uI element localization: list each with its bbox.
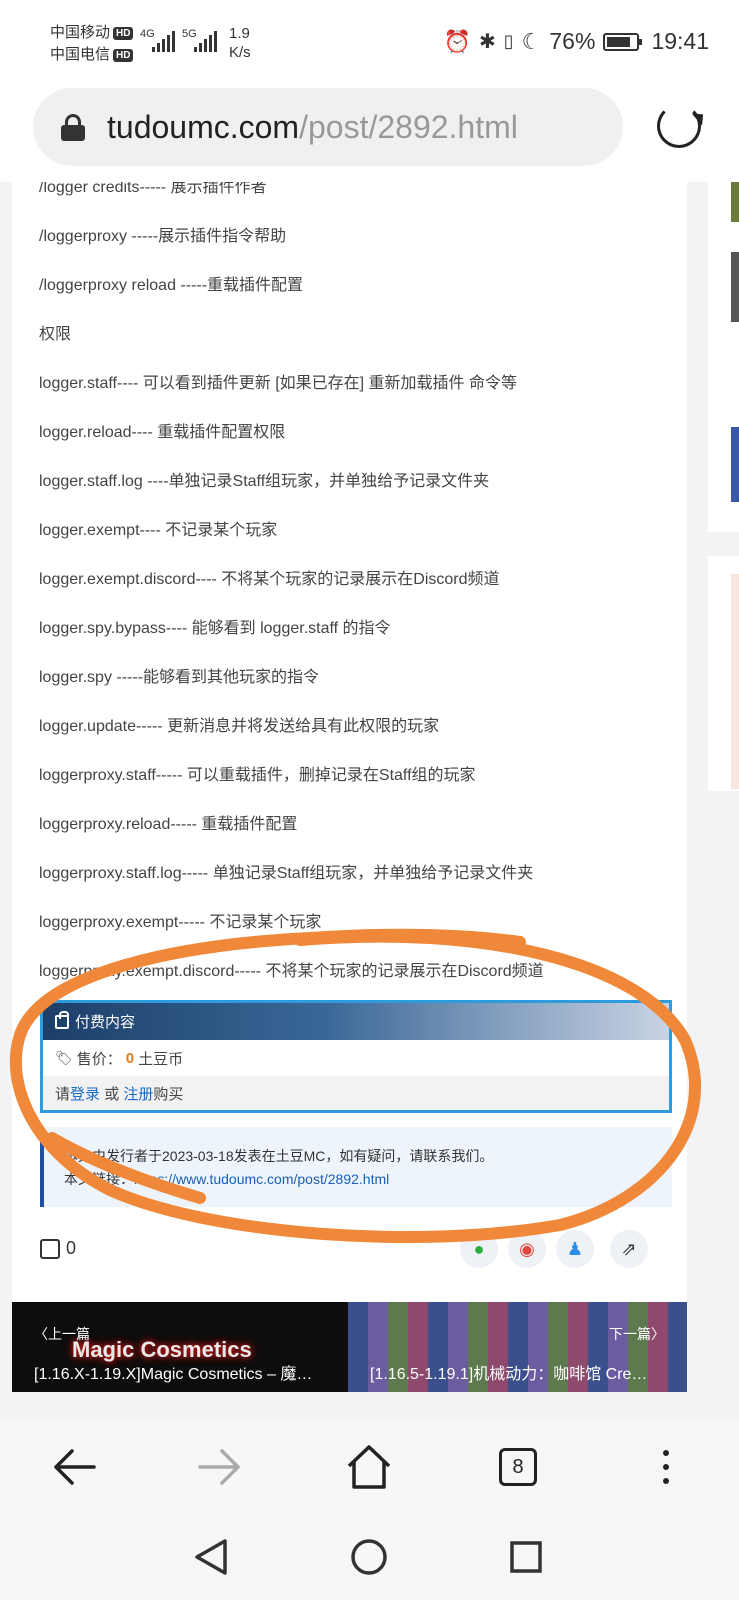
web-content: /logger credits----- 展示插件作者 /loggerproxy… — [0, 182, 739, 1422]
permission-line: logger.staff---- 可以看到插件更新 [如果已存在] 重新加载插件… — [39, 375, 517, 392]
tab-count: 8 — [499, 1448, 537, 1486]
battery-icon — [603, 32, 643, 51]
paid-content-box: 付费内容 🏷 售价： 0 土豆币 请 登录 或 注册 购买 — [40, 1000, 672, 1113]
notice-line: 本文由发行者于2023-03-18发表在土豆MC，如有疑问，请联系我们。 — [64, 1148, 494, 1164]
permission-line: loggerproxy.exempt.discord----- 不将某个玩家的记… — [39, 963, 544, 980]
article-actions: 0 ● ◉ ♟ ⇗ — [40, 1230, 672, 1270]
like-button[interactable]: 0 — [40, 1238, 76, 1259]
price-unit: 土豆币 — [138, 1050, 184, 1068]
copyright-notice: 本文由发行者于2023-03-18发表在土豆MC，如有疑问，请联系我们。 本文链… — [40, 1127, 672, 1207]
forward-button[interactable] — [190, 1442, 250, 1492]
url-path: /post/2892.html — [299, 108, 518, 145]
triangle-back-icon — [195, 1539, 227, 1575]
prev-label: 〈上一篇 — [34, 1326, 90, 1342]
permission-line: loggerproxy.staff----- 可以重载插件，删掉记录在Staff… — [39, 767, 476, 784]
command-line: /loggerproxy -----展示插件指令帮助 — [39, 228, 287, 245]
carrier-2: 中国电信 — [50, 46, 111, 63]
url-text[interactable]: tudoumc.com/post/2892.html — [107, 109, 518, 146]
home-icon — [347, 1445, 391, 1489]
post-navigation: Magic Cosmetics 〈上一篇 [1.16.X-1.19.X]Magi… — [12, 1302, 687, 1392]
sidebar-image — [731, 427, 739, 502]
carrier-1: 中国移动 — [50, 24, 111, 41]
article-card: /logger credits----- 展示插件作者 /loggerproxy… — [12, 182, 687, 1302]
external-share-icon[interactable]: ⇗ — [610, 1230, 648, 1268]
browser-toolbar: 8 — [0, 1422, 739, 1512]
home-button[interactable] — [339, 1442, 399, 1492]
wechat-share-icon[interactable]: ● — [460, 1230, 498, 1268]
permission-line: logger.update----- 更新消息并将发送给具有此权限的玩家 — [39, 718, 440, 735]
next-label: 下一篇〉 — [609, 1326, 665, 1342]
permission-line: logger.spy.bypass---- 能够看到 logger.staff … — [39, 620, 391, 637]
hd-badge: HD — [113, 26, 134, 40]
system-recents-button[interactable] — [501, 1532, 551, 1582]
bluetooth-icon: ✱ — [478, 31, 496, 53]
shopping-bag-icon — [55, 1010, 69, 1029]
status-bar: 中国移动 HD 中国电信 HD 4G 5G 1.9 K/s ⏰ ✱ ▯ ☾ 76% … — [0, 0, 739, 82]
system-home-button[interactable] — [344, 1532, 394, 1582]
arrow-left-icon — [54, 1449, 96, 1485]
or-text: 或 — [100, 1085, 124, 1103]
weibo-share-icon[interactable]: ◉ — [508, 1230, 546, 1268]
permission-line: logger.staff.log ----单独记录Staff组玩家，并单独给予记… — [39, 473, 490, 490]
signal-icon — [194, 30, 217, 52]
buy-suffix: 购买 — [153, 1085, 184, 1103]
square-recents-icon — [510, 1541, 542, 1573]
login-link[interactable]: 登录 — [70, 1083, 100, 1104]
alarm-icon: ⏰ — [443, 28, 471, 54]
paid-content-header: 付费内容 — [43, 1003, 669, 1040]
price-row: 🏷 售价： 0 土豆币 — [43, 1040, 669, 1076]
permission-line: logger.exempt---- 不记录某个玩家 — [39, 522, 278, 539]
qq-share-icon[interactable]: ♟ — [556, 1230, 594, 1268]
arrow-right-icon — [198, 1449, 240, 1485]
address-bar-row: tudoumc.com/post/2892.html — [0, 82, 739, 182]
thumbs-up-icon — [40, 1238, 60, 1259]
system-navigation-bar — [0, 1512, 739, 1600]
paid-content-title: 付费内容 — [75, 1014, 136, 1031]
vibrate-icon: ▯ — [503, 31, 514, 51]
command-line: /loggerproxy reload -----重载插件配置 — [39, 277, 304, 294]
signal-icon — [152, 30, 175, 52]
permission-line: loggerproxy.exempt----- 不记录某个玩家 — [39, 914, 322, 931]
clock: 19:41 — [651, 28, 709, 54]
buy-prefix: 请 — [55, 1085, 71, 1103]
register-link[interactable]: 注册 — [123, 1083, 153, 1104]
price-value: 0 — [125, 1049, 135, 1067]
lock-icon — [61, 114, 85, 141]
permission-line: logger.spy -----能够看到其他玩家的指令 — [39, 669, 320, 686]
previous-post-card[interactable]: Magic Cosmetics 〈上一篇 [1.16.X-1.19.X]Magi… — [12, 1302, 348, 1392]
price-label: 售价： — [76, 1050, 122, 1068]
more-vertical-icon — [663, 1450, 669, 1484]
notice-link-label: 本文链接： — [64, 1171, 134, 1187]
system-back-button[interactable] — [186, 1532, 236, 1582]
command-line: /logger credits----- 展示插件作者 — [39, 182, 267, 196]
next-post-card[interactable]: 下一篇〉 [1.16.5-1.19.1]机械动力：咖啡馆 Cre… — [348, 1302, 687, 1392]
tabs-button[interactable]: 8 — [488, 1442, 548, 1492]
circle-home-icon — [351, 1539, 387, 1575]
prev-post-title: [1.16.X-1.19.X]Magic Cosmetics – 魔… — [34, 1366, 313, 1383]
section-heading: 权限 — [39, 326, 72, 343]
reload-icon[interactable] — [657, 104, 701, 148]
sidebar-image — [731, 182, 739, 222]
next-post-title: [1.16.5-1.19.1]机械动力：咖啡馆 Cre… — [370, 1366, 648, 1383]
sidebar-image — [731, 252, 739, 322]
carrier-info: 中国移动 HD 中国电信 HD — [50, 22, 134, 66]
permission-line: loggerproxy.staff.log----- 单独记录Staff组玩家，… — [39, 865, 534, 882]
sidebar-image — [731, 574, 739, 789]
back-button[interactable] — [44, 1442, 104, 1492]
permission-line: logger.exempt.discord---- 不将某个玩家的记录展示在Di… — [39, 571, 500, 588]
network-speed: 1.9 K/s — [229, 25, 251, 61]
do-not-disturb-icon: ☾ — [521, 28, 542, 54]
buy-row: 请 登录 或 注册 购买 — [43, 1076, 669, 1110]
article-link[interactable]: https://www.tudoumc.com/post/2892.html — [134, 1171, 389, 1187]
menu-button[interactable] — [636, 1442, 696, 1492]
url-domain: tudoumc.com — [107, 108, 300, 145]
permission-line: logger.reload---- 重载插件配置权限 — [39, 424, 286, 441]
price-tag-icon: 🏷 — [55, 1049, 73, 1066]
status-right: ⏰ ✱ ▯ ☾ 76% 19:41 — [444, 28, 709, 55]
hd-badge: HD — [113, 48, 134, 62]
battery-percent: 76% — [549, 28, 596, 54]
permission-line: loggerproxy.reload----- 重载插件配置 — [39, 816, 298, 833]
address-bar[interactable]: tudoumc.com/post/2892.html — [33, 88, 623, 166]
like-count: 0 — [66, 1238, 77, 1258]
